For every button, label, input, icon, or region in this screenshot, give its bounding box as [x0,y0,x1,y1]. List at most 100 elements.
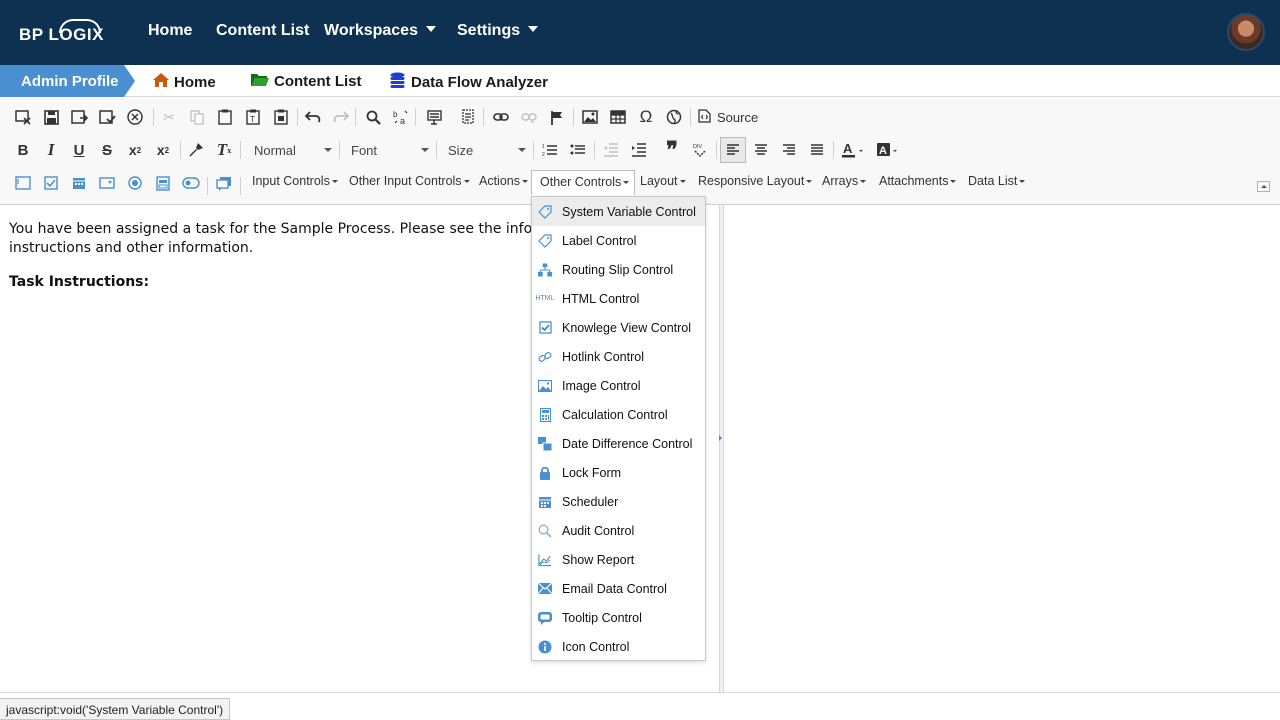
save-and-complete-icon[interactable] [95,105,119,129]
menu-data-list[interactable]: Data List [968,174,1026,188]
anchor-flag-icon[interactable] [545,105,569,129]
italic-icon[interactable]: I [39,138,63,162]
menu-other-input-controls[interactable]: Other Input Controls [349,174,470,188]
justify-icon[interactable] [805,138,829,162]
bulleted-list-icon[interactable] [566,138,590,162]
bp-logix-logo[interactable]: BP LOGIX [19,18,109,48]
strikethrough-icon[interactable]: S [95,138,119,162]
paste-text-icon[interactable]: T [241,105,265,129]
template-icon[interactable] [455,105,479,129]
save-and-continue-icon[interactable] [67,105,91,129]
subscript-icon[interactable]: x2 [123,138,147,162]
special-character-icon[interactable]: Ω [634,105,658,129]
copy-icon[interactable] [185,105,209,129]
menu-item-system-variable-control[interactable]: System Variable Control [532,197,705,226]
menu-data-list-label: Data List [968,174,1018,188]
decrease-indent-icon[interactable] [599,138,623,162]
form-properties-icon[interactable] [422,105,446,129]
menu-item-label-control[interactable]: Label Control [532,226,705,255]
nav-settings[interactable]: Settings [457,22,539,40]
numbered-list-icon[interactable]: 12 [538,138,562,162]
menu-layout[interactable]: Layout [640,174,686,188]
menu-input-controls[interactable]: Input Controls [252,174,338,188]
menu-actions[interactable]: Actions [479,174,528,188]
create-div-icon[interactable]: DIV [688,138,712,162]
size-select[interactable]: Size [448,138,528,162]
crumb-content-list[interactable]: Content List [250,72,362,91]
crumb-admin-profile[interactable]: Admin Profile [0,65,135,97]
radio-button-control-icon[interactable] [123,171,147,195]
listbox-control-icon[interactable] [151,171,175,195]
menu-item-html-control[interactable]: HTML HTML Control [532,284,705,313]
copy-format-icon[interactable] [184,138,208,162]
user-avatar[interactable] [1227,13,1265,51]
menu-other-controls[interactable]: Other Controls [531,170,636,195]
menu-item-routing-slip-control[interactable]: Routing Slip Control [532,255,705,284]
toggle-button-control-icon[interactable] [179,171,203,195]
crumb-data-flow-analyzer[interactable]: Data Flow Analyzer [390,72,548,92]
link-icon[interactable] [489,105,513,129]
new-page-icon[interactable] [11,105,35,129]
envelope-icon [538,582,552,596]
content-line-1: You have been assigned a task for the Sa… [9,221,560,237]
toolbar-separator [483,108,484,126]
font-select-value: Font [351,142,378,158]
paste-from-word-icon[interactable] [269,105,293,129]
menu-item-hotlink-control[interactable]: Hotlink Control [532,342,705,371]
increase-indent-icon[interactable] [627,138,651,162]
image-icon[interactable] [578,105,602,129]
tag-icon [538,233,552,248]
font-select[interactable]: Font [351,138,431,162]
menu-item-image-control[interactable]: Image Control [532,371,705,400]
menu-item-calculation-control[interactable]: Calculation Control [532,400,705,429]
table-icon[interactable] [606,105,630,129]
chevron-down-icon [623,181,630,184]
align-center-icon[interactable] [749,138,773,162]
menu-item-tooltip-control[interactable]: Tooltip Control [532,603,705,632]
unlink-icon[interactable] [517,105,541,129]
find-icon[interactable] [361,105,385,129]
nav-content-list[interactable]: Content List [216,22,309,40]
menu-responsive-layout[interactable]: Responsive Layout [698,174,813,188]
dropdown-control-icon[interactable] [95,171,119,195]
bold-icon[interactable]: B [11,138,35,162]
date-control-icon[interactable] [67,171,91,195]
align-left-icon[interactable] [720,137,746,163]
menu-item-scheduler[interactable]: Scheduler [532,487,705,516]
checkbox-control-icon[interactable] [39,171,63,195]
text-color-icon[interactable]: A [840,138,868,162]
blockquote-icon[interactable]: ❞ [660,137,684,162]
menu-item-lock-form[interactable]: Lock Form [532,458,705,487]
comment-control-icon[interactable] [212,171,236,195]
background-color-icon[interactable]: A [874,138,902,162]
close-icon[interactable] [123,105,147,129]
menu-item-email-data-control[interactable]: Email Data Control [532,574,705,603]
menu-item-label: Knowlege View Control [562,320,692,335]
paste-icon[interactable] [213,105,237,129]
menu-item-show-report[interactable]: Show Report [532,545,705,574]
menu-item-knowlege-view-control[interactable]: Knowlege View Control [532,313,705,342]
save-icon[interactable] [39,105,63,129]
replace-icon[interactable]: ba [389,105,413,129]
textbox-control-icon[interactable] [11,171,35,195]
source-button[interactable]: Source [698,105,768,129]
align-right-icon[interactable] [777,138,801,162]
redo-icon[interactable] [329,105,353,129]
nav-workspaces[interactable]: Workspaces [324,22,436,40]
remove-format-icon[interactable]: Tx [212,138,236,162]
menu-item-icon-control[interactable]: Icon Control [532,632,705,661]
nav-home[interactable]: Home [148,22,192,40]
menu-attachments[interactable]: Attachments [879,174,957,188]
menu-item-audit-control[interactable]: Audit Control [532,516,705,545]
nav-settings-label: Settings [457,22,521,39]
crumb-home[interactable]: Home [152,72,216,92]
menu-arrays[interactable]: Arrays [822,174,867,188]
globe-icon[interactable] [662,105,686,129]
menu-item-date-difference-control[interactable]: Date Difference Control [532,429,705,458]
superscript-icon[interactable]: x2 [151,138,175,162]
format-select[interactable]: Normal [254,138,334,162]
undo-icon[interactable] [301,105,325,129]
collapse-toolbar-button[interactable] [1257,181,1270,192]
cut-icon[interactable]: ✂ [157,105,181,129]
underline-icon[interactable]: U [67,138,91,162]
